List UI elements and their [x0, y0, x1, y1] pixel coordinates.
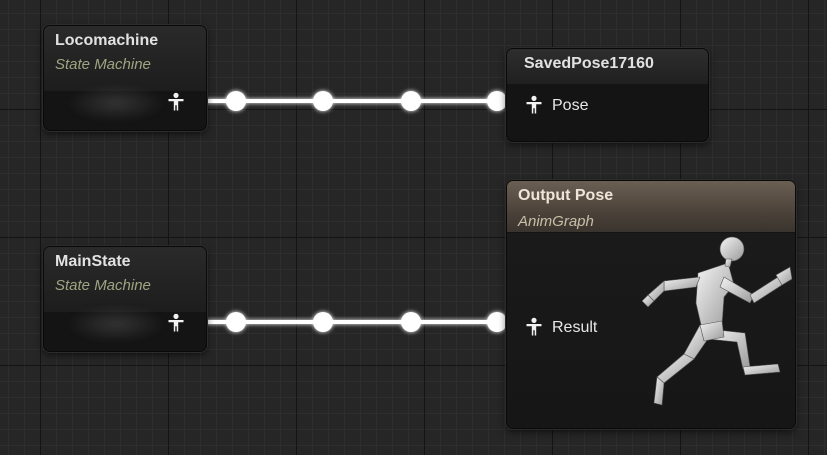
wire-locomachine-to-savedpose[interactable] [190, 91, 510, 111]
node-header: Output Pose AnimGraph [507, 181, 795, 232]
pin-label-result: Result [552, 319, 598, 336]
wire-bead [487, 312, 507, 332]
node-header: SavedPose17160 [507, 49, 708, 84]
node-main-state[interactable]: MainState State Machine [43, 246, 207, 352]
node-subtitle: AnimGraph [518, 213, 594, 230]
node-subtitle: State Machine [55, 277, 151, 294]
wire-bead [226, 312, 246, 332]
person-pose-icon[interactable] [166, 92, 186, 112]
wire-bead [487, 91, 507, 111]
person-pose-icon[interactable] [166, 313, 186, 333]
node-thumbnail-blur [66, 84, 166, 122]
node-subtitle: State Machine [55, 56, 151, 73]
wire-bead [313, 312, 333, 332]
node-header: Locomachine State Machine [44, 26, 206, 91]
node-title: SavedPose17160 [524, 55, 654, 72]
node-saved-pose[interactable]: SavedPose17160 Pose [506, 48, 709, 142]
node-title: MainState [55, 253, 131, 270]
node-thumbnail-blur [66, 305, 166, 343]
node-title: Output Pose [518, 187, 614, 204]
wire-bead [401, 312, 421, 332]
pin-label-pose: Pose [552, 97, 589, 114]
anim-graph-canvas[interactable]: Locomachine State Machine SavedPose17160… [0, 0, 827, 455]
running-mannequin-icon [642, 236, 792, 406]
wire-bead [401, 91, 421, 111]
node-output-pose[interactable]: Output Pose AnimGraph Result [506, 180, 796, 429]
wire-bead [313, 91, 333, 111]
node-header: MainState State Machine [44, 247, 206, 312]
wire-mainstate-to-output[interactable] [190, 312, 510, 332]
wire-bead [226, 91, 246, 111]
node-locomachine[interactable]: Locomachine State Machine [43, 25, 207, 131]
person-pose-icon[interactable] [524, 317, 544, 337]
person-pose-icon[interactable] [524, 95, 544, 115]
node-title: Locomachine [55, 32, 159, 49]
